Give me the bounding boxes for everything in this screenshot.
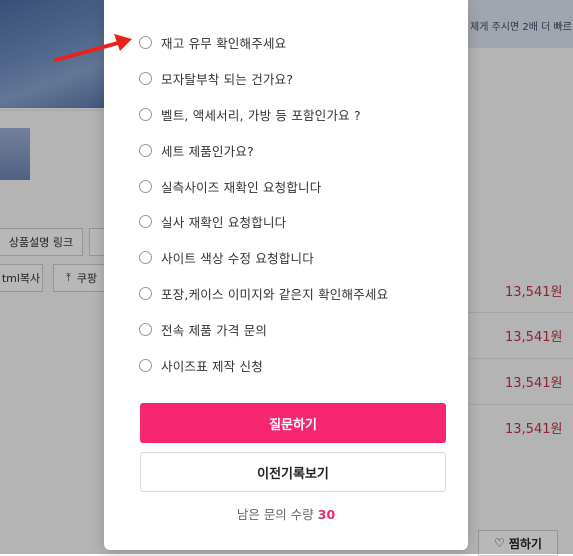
radio-button[interactable] [139, 108, 152, 121]
option-label: 재고 유무 확인해주세요 [161, 36, 287, 51]
inquiry-modal: 재고 유무 확인해주세요 모자탈부착 되는 건가요? 벨트, 액세서리, 가방 … [104, 0, 468, 550]
option-color-fix[interactable]: 사이트 색상 수정 요청합니다 [139, 248, 314, 267]
radio-button[interactable] [139, 215, 152, 228]
option-label: 사이즈표 제작 신청 [161, 359, 263, 374]
option-label: 실측사이즈 재확인 요청합니다 [161, 180, 322, 195]
radio-button[interactable] [139, 287, 152, 300]
arrow-icon [54, 34, 132, 62]
ask-button[interactable]: 질문하기 [140, 403, 446, 443]
option-label: 벨트, 액세서리, 가방 등 포함인가요 ? [161, 108, 361, 123]
option-real-photo[interactable]: 실사 재확인 요청합니다 [139, 212, 286, 231]
history-button[interactable]: 이전기록보기 [140, 452, 446, 492]
option-label: 전속 제품 가격 문의 [161, 323, 268, 338]
option-detachable-hood[interactable]: 모자탈부착 되는 건가요? [139, 69, 293, 88]
option-label: 세트 제품인가요? [161, 144, 254, 159]
option-label: 실사 재확인 요청합니다 [161, 215, 287, 230]
option-label: 사이트 색상 수정 요청합니다 [161, 251, 314, 266]
radio-button[interactable] [139, 359, 152, 372]
option-stock-check[interactable]: 재고 유무 확인해주세요 [139, 33, 286, 52]
radio-button[interactable] [139, 180, 152, 193]
remaining-label: 남은 문의 수량 [236, 507, 314, 522]
radio-button[interactable] [139, 144, 152, 157]
option-label: 포장,케이스 이미지와 같은지 확인해주세요 [161, 287, 389, 302]
option-measure-size[interactable]: 실측사이즈 재확인 요청합니다 [139, 177, 321, 196]
remaining-count: 30 [317, 507, 336, 522]
radio-button[interactable] [139, 251, 152, 264]
radio-button[interactable] [139, 72, 152, 85]
option-accessories-included[interactable]: 벨트, 액세서리, 가방 등 포함인가요 ? [139, 105, 361, 124]
option-set-product[interactable]: 세트 제품인가요? [139, 141, 254, 160]
remaining-inquiries: 남은 문의 수량 30 [104, 504, 468, 523]
option-packaging-check[interactable]: 포장,케이스 이미지와 같은지 확인해주세요 [139, 284, 388, 303]
radio-button[interactable] [139, 323, 152, 336]
option-label: 모자탈부착 되는 건가요? [161, 72, 294, 87]
option-size-chart[interactable]: 사이즈표 제작 신청 [139, 356, 263, 375]
option-exclusive-price[interactable]: 전속 제품 가격 문의 [139, 320, 267, 339]
radio-button[interactable] [139, 36, 152, 49]
